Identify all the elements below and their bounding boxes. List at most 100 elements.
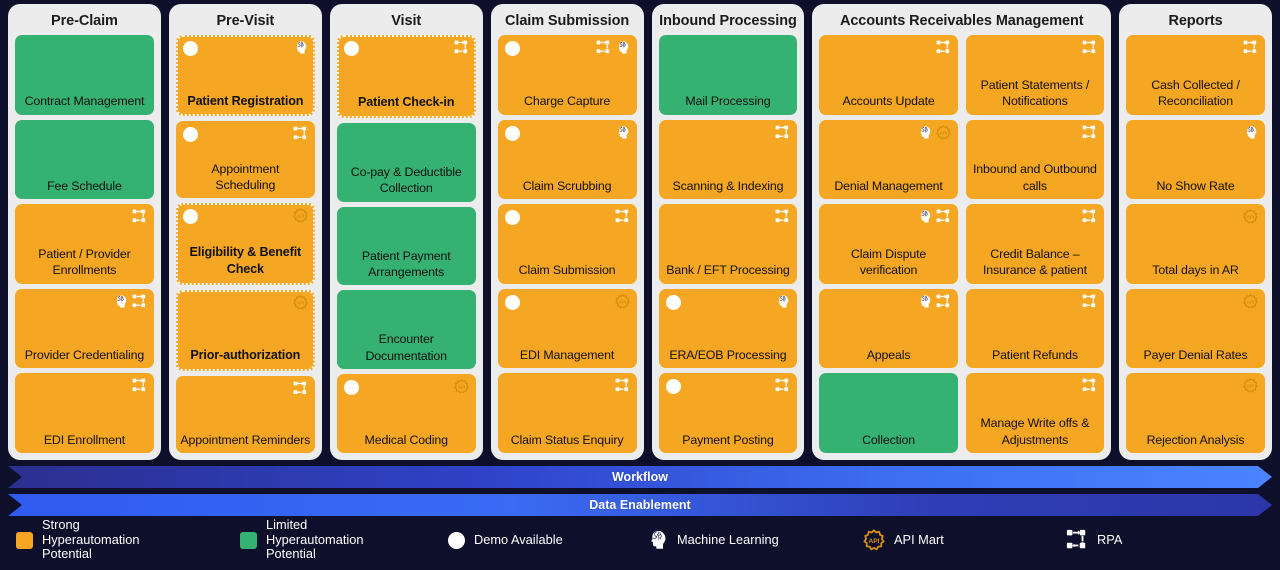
process-card[interactable]: Fee Schedule (15, 119, 154, 200)
process-card[interactable]: Bank / EFT Processing (658, 204, 798, 284)
process-card[interactable]: Co-pay & Deductible Collection (336, 122, 476, 202)
hyperautomation-rcm-diagram: Pre-Claim Contract Management Fee Schedule… (0, 0, 1280, 570)
process-card[interactable]: Cash Collected / Reconciliation (1126, 35, 1265, 115)
card-icon-row (1243, 125, 1258, 140)
process-column: Claim Submission Charge Capture Claim Scru… (490, 4, 644, 460)
demo-available-dot-icon (665, 379, 681, 395)
process-card[interactable]: Patient / Provider Enrollments (15, 204, 154, 284)
process-card[interactable]: Contract Management (15, 35, 154, 115)
card-icon-row: API (293, 294, 308, 310)
process-column-body: Patient Check-in Co-pay & Deductible Coll… (336, 35, 476, 453)
card-icon-row (1082, 125, 1097, 140)
process-card[interactable]: Claim Dispute verification (819, 204, 958, 284)
process-column-title: Pre-Visit (216, 13, 275, 29)
process-card[interactable]: Collection (819, 373, 958, 453)
demo-available-dot-icon (665, 294, 681, 310)
process-card[interactable]: No Show Rate (1126, 119, 1265, 200)
rpa-flow-icon (936, 40, 949, 54)
process-card[interactable]: Appointment Scheduling (175, 121, 315, 199)
demo-available-dot-icon (504, 125, 520, 141)
process-card[interactable]: Patient Check-in (336, 35, 476, 118)
process-column-title: Claim Submission (505, 13, 630, 29)
process-card[interactable]: API Total days in AR (1126, 204, 1265, 284)
process-card[interactable]: Claim Scrubbing (497, 119, 637, 200)
process-card[interactable]: API Eligibility & Benefit Check (175, 203, 315, 285)
process-card[interactable]: Encounter Documentation (336, 290, 476, 370)
process-card-label: Claim Dispute verification (850, 247, 927, 278)
brain-head-icon (920, 295, 930, 308)
process-card[interactable]: Appeals (819, 288, 958, 369)
process-card[interactable]: Mail Processing (658, 35, 798, 115)
process-card[interactable]: Patient Registration (175, 35, 315, 117)
process-card[interactable]: Patient Payment Arrangements (336, 206, 476, 286)
process-column: Accounts Receivables Management Accounts … (812, 4, 1112, 460)
rpa-flow-icon (132, 294, 145, 307)
process-card[interactable]: Provider Credentialing (15, 288, 154, 369)
process-card[interactable]: Accounts Update (819, 35, 958, 115)
process-card[interactable]: Appointment Reminders (175, 375, 315, 454)
process-card[interactable]: Patient Refunds (965, 288, 1105, 369)
rpa-flow-icon (776, 125, 789, 138)
process-card-label: Cash Collected / Reconciliation (1151, 77, 1240, 109)
card-icon-row (1082, 294, 1097, 309)
card-icon-row: API (1243, 378, 1258, 393)
process-card-label: Contract Management (24, 94, 145, 109)
process-card[interactable]: Credit Balance – Insurance & patient (965, 204, 1105, 284)
process-card[interactable]: ERA/EOB Processing (658, 288, 798, 369)
workflow-bar-label: Workflow (611, 470, 669, 484)
process-card[interactable]: Manage Write offs & Adjustments (965, 373, 1105, 453)
process-card-label: Credit Balance – Insurance & patient (982, 247, 1087, 278)
process-card[interactable]: Scanning & Indexing (658, 119, 798, 200)
rpa-flow-icon (293, 126, 306, 140)
process-column-body: Contract Management Fee Schedule Patient /… (15, 35, 154, 453)
workflow-bar-wrap: Workflow (8, 466, 1272, 488)
white-circle-icon (448, 531, 465, 549)
card-icon-row (615, 209, 630, 224)
rpa-flow-icon (132, 209, 145, 223)
process-subcolumn: Patient Statements / Notifications Inboun… (965, 35, 1105, 453)
card-icon-row: API (453, 379, 469, 394)
svg-text:API: API (1247, 384, 1255, 389)
api-badge-icon: API (1243, 209, 1258, 224)
rpa-flow-icon (1082, 125, 1096, 138)
process-card-label: Patient Refunds (991, 348, 1078, 362)
process-card[interactable]: API Payer Denial Rates (1126, 288, 1265, 369)
process-card[interactable]: Patient Statements / Notifications (965, 35, 1105, 115)
rpa-flow-icon (1082, 294, 1096, 307)
api-badge-icon: API (936, 124, 951, 140)
card-icon-row (615, 125, 630, 140)
process-card[interactable]: API Denial Management (819, 119, 958, 200)
process-card-label: EDI Management (519, 348, 615, 362)
process-card-label: Accounts Update (842, 94, 935, 109)
rpa-flow-icon (293, 381, 306, 394)
process-card-label: Patient Registration (187, 93, 304, 108)
card-icon-row (293, 40, 308, 55)
process-card-label: Claim Status Enquiry (510, 432, 624, 447)
demo-available-dot-icon (343, 380, 359, 396)
demo-available-dot-icon (504, 41, 520, 56)
legend-item-label: Machine Learning (677, 531, 779, 547)
legend-item-label: Strong Hyperautomation Potential (42, 516, 140, 562)
rpa-flow-icon (776, 379, 789, 392)
card-icon-row: API (1243, 209, 1258, 224)
svg-text:API: API (296, 300, 304, 305)
process-card[interactable]: Charge Capture (497, 35, 637, 115)
svg-text:API: API (618, 299, 626, 304)
process-card[interactable]: Inbound and Outbound calls (965, 119, 1105, 200)
process-column-body: Cash Collected / Reconciliation No Show R… (1126, 35, 1265, 453)
process-card[interactable]: Claim Submission (497, 204, 637, 284)
process-card[interactable]: API Medical Coding (336, 374, 476, 453)
process-card[interactable]: API EDI Management (497, 288, 637, 369)
process-card[interactable]: API Prior-authorization (175, 289, 315, 371)
process-columns: Pre-Claim Contract Management Fee Schedule… (8, 4, 1272, 460)
rpa-flow-icon (1082, 379, 1096, 392)
rpa-flow-icon (776, 209, 789, 223)
process-card[interactable]: Claim Status Enquiry (497, 373, 637, 453)
process-card[interactable]: API Rejection Analysis (1126, 373, 1265, 453)
process-column: Pre-Claim Contract Management Fee Schedule… (8, 4, 161, 460)
process-card[interactable]: EDI Enrollment (15, 373, 154, 453)
process-card[interactable]: Payment Posting (658, 373, 798, 453)
rpa-flow-icon (615, 209, 628, 223)
api-badge-icon: API (614, 294, 630, 309)
data-enablement-bar-wrap: Data Enablement (8, 494, 1272, 516)
